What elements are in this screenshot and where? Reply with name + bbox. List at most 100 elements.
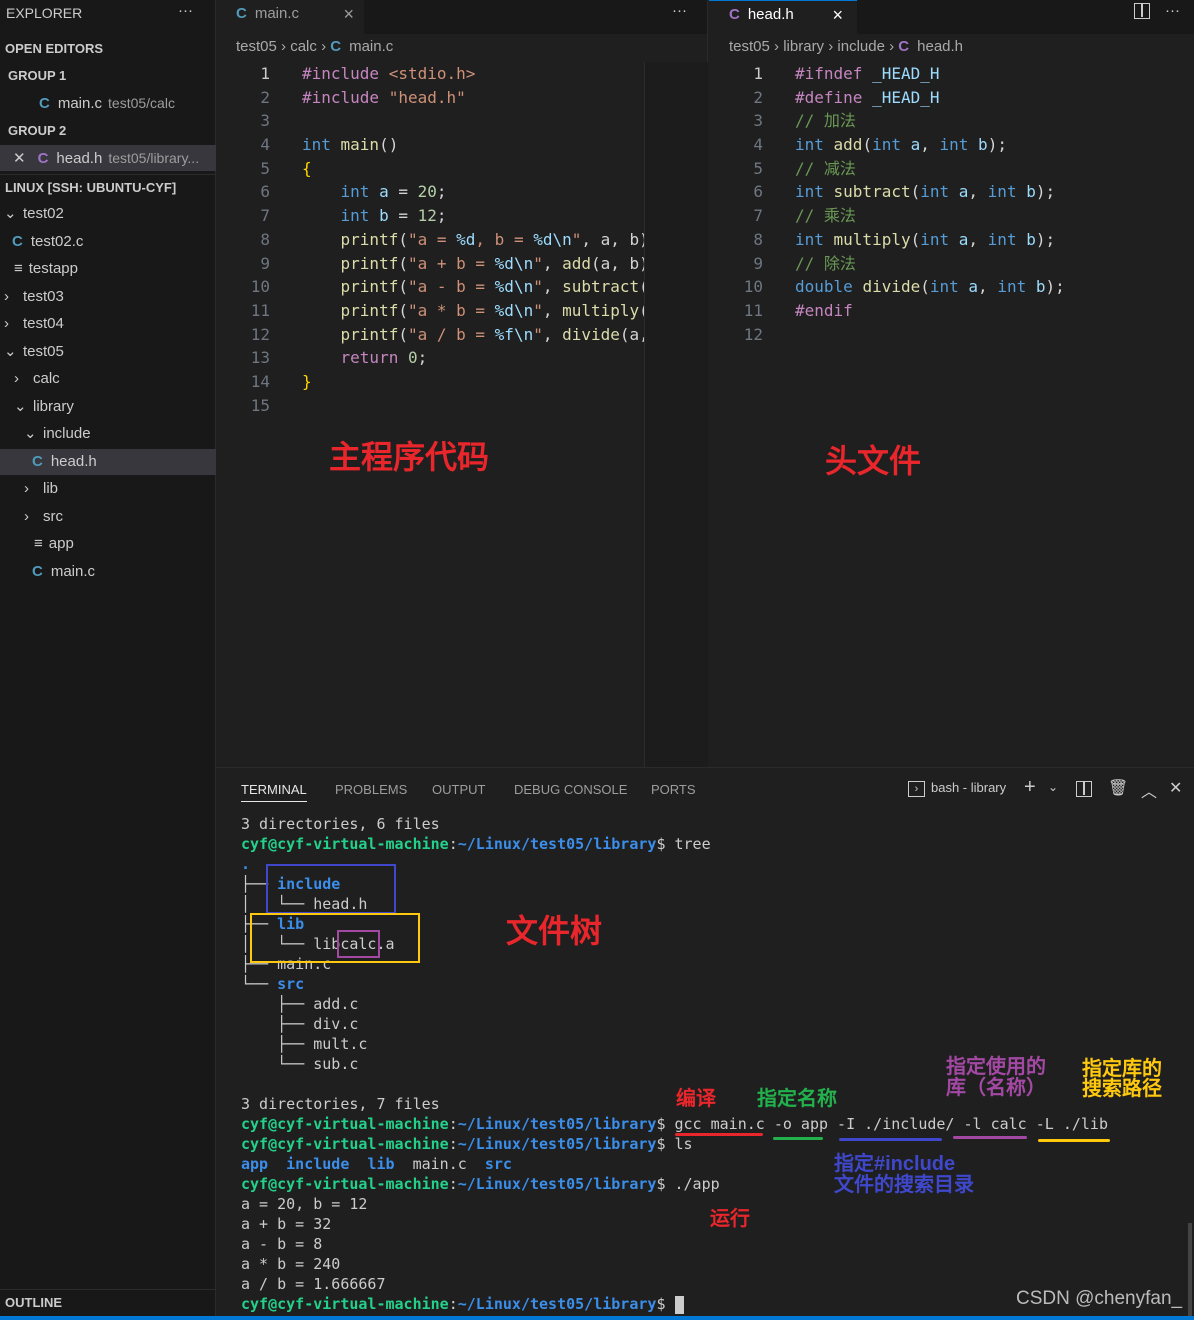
- code-line[interactable]: 5{: [216, 157, 649, 181]
- code-line[interactable]: 6 int a = 20;: [216, 180, 649, 204]
- tree-item[interactable]: Cmain.c: [0, 559, 216, 585]
- breadcrumb-item[interactable]: include: [837, 38, 885, 55]
- code-line[interactable]: 2 #define _HEAD_H: [709, 86, 1065, 110]
- group-1-header[interactable]: GROUP 1: [0, 63, 216, 89]
- tree-item-label: include: [43, 425, 91, 442]
- code-token: a: [968, 277, 979, 297]
- code-line[interactable]: 4 int main(): [216, 133, 649, 157]
- close-icon[interactable]: ✕: [13, 150, 26, 167]
- minimap[interactable]: [644, 62, 708, 767]
- more-actions-icon[interactable]: ···: [178, 2, 193, 19]
- code-line[interactable]: 6 int subtract(int a, int b);: [709, 180, 1065, 204]
- code-line[interactable]: 11 printf("a * b = %d\n", multiply(: [216, 299, 649, 323]
- code-area[interactable]: 1 #ifndef _HEAD_H 2 #define _HEAD_H 3 // 加法 4 i…: [709, 62, 1065, 346]
- code-line[interactable]: 13 return 0;: [216, 346, 649, 370]
- code-token: ,: [968, 182, 988, 202]
- tree-item[interactable]: › lib: [0, 476, 216, 502]
- line-number: 8: [753, 229, 763, 249]
- tab-output[interactable]: OUTPUT: [432, 782, 485, 797]
- code-token: ,: [542, 324, 563, 344]
- code-line[interactable]: 3: [216, 109, 649, 133]
- code-token: int: [929, 277, 969, 297]
- trash-icon[interactable]: 🗑: [1108, 778, 1128, 798]
- chevron-down-icon[interactable]: ⌄: [1048, 780, 1058, 794]
- tree-item[interactable]: › calc: [0, 366, 216, 392]
- tree-item[interactable]: Ctest02.c: [0, 229, 216, 255]
- breadcrumb-item[interactable]: test05: [236, 38, 277, 55]
- more-actions-icon[interactable]: ···: [1165, 2, 1180, 19]
- close-icon[interactable]: ×: [343, 0, 354, 28]
- code-line[interactable]: 10 double divide(int a, int b);: [709, 275, 1065, 299]
- terminal-line: 3 directories, 6 files: [241, 814, 1108, 834]
- close-icon[interactable]: ×: [832, 1, 843, 29]
- annotation-line: 搜索路径: [1082, 1078, 1162, 1100]
- tree-item[interactable]: › test03: [0, 284, 216, 310]
- close-panel-icon[interactable]: ✕: [1169, 778, 1182, 798]
- code-line[interactable]: 14}: [216, 370, 649, 394]
- code-token: a * b = 240: [241, 1255, 341, 1273]
- tab-debug-console[interactable]: DEBUG CONSOLE: [514, 782, 627, 797]
- code-line[interactable]: 8 printf("a = %d, b = %d\n", a, b): [216, 228, 648, 252]
- tab-problems[interactable]: PROBLEMS: [335, 782, 407, 797]
- code-token: );: [1045, 277, 1065, 297]
- new-terminal-icon[interactable]: +: [1024, 776, 1036, 799]
- tree-item[interactable]: ≡ testapp: [0, 256, 216, 282]
- breadcrumb-item[interactable]: head.h: [917, 38, 963, 55]
- code-token: _HEAD_H: [872, 64, 940, 83]
- tab-main-c[interactable]: Cmain.c ×: [216, 0, 364, 34]
- breadcrumb-item[interactable]: main.c: [349, 38, 393, 55]
- code-line[interactable]: 4 int add(int a, int b);: [709, 133, 1065, 157]
- c-file-icon: C: [898, 38, 910, 55]
- code-token: int: [340, 182, 380, 202]
- code-token: ,: [968, 229, 988, 249]
- code-line[interactable]: 2 #include "head.h": [216, 86, 649, 110]
- code-line[interactable]: 9 printf("a + b = %d\n", add(a, b): [216, 252, 648, 276]
- code-line[interactable]: 10 printf("a - b = %d\n", subtract(: [216, 275, 649, 299]
- code-area[interactable]: 1 #include <stdio.h> 2 #include "head.h" 3 4 i…: [216, 62, 649, 417]
- tree-item[interactable]: ⌄ library: [0, 394, 216, 420]
- workspace-header[interactable]: LINUX [SSH: UBUNTU-CYF]: [0, 174, 216, 200]
- tab-head-h[interactable]: Chead.h ×: [709, 0, 857, 34]
- chevron-right-icon: ›: [4, 287, 9, 305]
- outline-header[interactable]: OUTLINE: [0, 1289, 216, 1315]
- open-editor-head-h[interactable]: ✕ Chead.h test05/library...: [0, 145, 216, 171]
- tree-item[interactable]: ⌄ test05: [0, 339, 216, 365]
- more-actions-icon[interactable]: ···: [672, 2, 687, 19]
- code-token: %d: [456, 229, 476, 249]
- tab-terminal[interactable]: TERMINAL: [241, 782, 307, 802]
- split-editor-icon[interactable]: [1134, 3, 1150, 19]
- open-editor-main-c[interactable]: Cmain.c test05/calc: [0, 90, 216, 116]
- code-line[interactable]: 3 // 加法: [709, 109, 1065, 133]
- code-line[interactable]: 12 printf("a / b = %f\n", divide(a,: [216, 323, 649, 347]
- code-line[interactable]: 9 // 除法: [709, 252, 1065, 276]
- tree-item[interactable]: ⌄ include: [0, 421, 216, 447]
- code-line[interactable]: 15: [216, 394, 649, 418]
- code-line[interactable]: 12: [709, 323, 1065, 347]
- scrollbar[interactable]: [1188, 1223, 1192, 1317]
- split-terminal-icon[interactable]: [1076, 781, 1092, 797]
- breadcrumb-item[interactable]: test05: [729, 38, 770, 55]
- tree-item[interactable]: › test04: [0, 311, 216, 337]
- breadcrumb-item[interactable]: calc: [290, 38, 317, 55]
- code-line[interactable]: 1 #include <stdio.h>: [216, 62, 649, 86]
- code-line[interactable]: 5 // 减法: [709, 157, 1065, 181]
- code-token: 12: [417, 206, 437, 226]
- chevron-up-icon[interactable]: ︿: [1141, 778, 1157, 802]
- code-line[interactable]: 1 #ifndef _HEAD_H: [709, 62, 1065, 86]
- tree-item[interactable]: ⌄ test02: [0, 201, 216, 227]
- code-token: cyf@cyf-virtual-machine: [241, 1175, 449, 1193]
- code-line[interactable]: 7 // 乘法: [709, 204, 1065, 228]
- group-2-header[interactable]: GROUP 2: [0, 118, 216, 144]
- open-editors-header[interactable]: OPEN EDITORS: [0, 36, 216, 62]
- tab-ports[interactable]: PORTS: [651, 782, 696, 797]
- code-line[interactable]: 7 int b = 12;: [216, 204, 649, 228]
- code-token: :: [448, 1175, 458, 1193]
- code-line[interactable]: 8 int multiply(int a, int b);: [709, 228, 1065, 252]
- code-line[interactable]: 11 #endif: [709, 299, 1065, 323]
- tree-item[interactable]: ≡ app: [0, 531, 216, 557]
- tree-item[interactable]: Chead.h: [0, 448, 216, 475]
- terminal-selector[interactable]: › bash - library: [908, 780, 1006, 797]
- tree-item[interactable]: › src: [0, 504, 216, 530]
- breadcrumb-item[interactable]: library: [783, 38, 824, 55]
